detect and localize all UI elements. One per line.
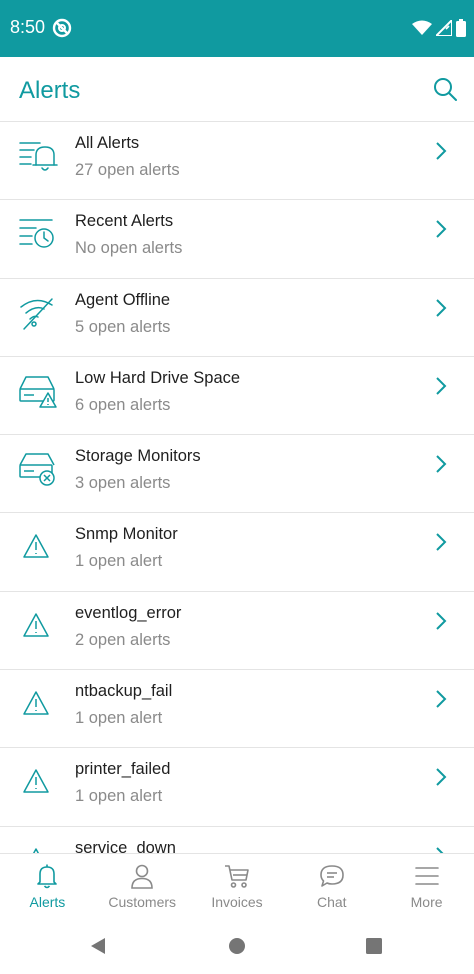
alert-row-service-down[interactable]: service_down [0,827,474,853]
nav-invoices[interactable]: Invoices [190,854,285,917]
warning-icon [32,847,40,853]
alert-name: Snmp Monitor [75,525,178,544]
alert-name: service_down [75,838,176,853]
nav-label: Alerts [29,894,66,910]
cart-icon [224,865,249,888]
search-icon[interactable] [432,76,458,102]
home-icon[interactable] [227,936,247,956]
battery-icon [456,19,466,37]
wifi-icon [412,20,432,35]
bell-list-icon [19,142,58,171]
menu-icon [414,867,439,885]
bell-icon [37,864,58,889]
alert-row-ntbackup-fail[interactable]: ntbackup_fail 1 open alert [0,670,474,749]
alert-count: 27 open alerts [75,161,180,179]
alert-name: Low Hard Drive Space [75,368,241,387]
alert-count: 5 open alerts [75,317,171,336]
chevron-right-icon [436,612,447,630]
warning-icon [23,769,49,794]
status-bar: 8:50 [0,0,474,57]
page-title: Alerts [19,77,81,104]
back-icon[interactable] [88,936,108,956]
nav-more[interactable]: More [379,854,474,917]
wifi-off-icon [20,297,53,330]
alert-count: 6 open alerts [75,395,171,414]
alert-list: All Alerts 27 open alerts Recent Alerts … [0,122,474,853]
clock-list-icon [19,219,54,249]
alert-row-eventlog-error[interactable]: eventlog_error 2 open alerts [0,592,474,671]
alert-count: 1 open alert [75,552,163,571]
warning-icon [23,534,49,559]
alert-row-low-hard-drive-space[interactable]: Low Hard Drive Space 6 open alerts [0,357,474,436]
person-icon [131,864,153,889]
recents-icon[interactable] [364,936,384,956]
status-icons [412,17,466,39]
chevron-right-icon [436,298,447,317]
system-nav-bar [0,917,474,974]
alert-name: Storage Monitors [75,447,201,466]
signal-icon [436,20,452,36]
alert-name: ntbackup_fail [75,682,173,701]
alert-row-recent-alerts[interactable]: Recent Alerts No open alerts [0,200,474,279]
drive-error-icon [19,453,55,486]
nav-label: Chat [317,894,347,910]
warning-icon [23,613,49,637]
bottom-nav: Alerts Customers Invoices Chat More [0,853,474,917]
chevron-right-icon [436,455,447,473]
alert-count: 1 open alert [75,709,163,728]
nav-chat[interactable]: Chat [284,854,379,917]
chevron-right-icon [436,690,447,708]
alert-count: 3 open alerts [75,474,171,493]
chevron-right-icon [436,846,444,853]
nav-label: Customers [108,894,177,910]
alert-row-snmp-monitor[interactable]: Snmp Monitor 1 open alert [0,513,474,592]
alert-count: 2 open alerts [75,630,171,649]
chevron-right-icon [436,533,447,552]
chevron-right-icon [436,220,447,239]
chevron-right-icon [436,377,447,395]
nav-label: Invoices [211,894,263,910]
nav-label: More [410,894,443,910]
alert-count: 1 open alert [75,787,163,806]
alert-row-storage-monitors[interactable]: Storage Monitors 3 open alerts [0,435,474,514]
alert-name: All Alerts [75,134,140,152]
drive-warning-icon [19,376,57,408]
nav-customers[interactable]: Customers [95,854,190,917]
alert-row-printer-failed[interactable]: printer_failed 1 open alert [0,748,474,827]
status-time: 8:50 [10,17,46,37]
chevron-right-icon [436,768,447,787]
alert-row-agent-offline[interactable]: Agent Offline 5 open alerts [0,279,474,357]
alert-name: Recent Alerts [75,212,174,231]
chat-icon [319,865,344,887]
app-header: Alerts [0,57,474,122]
alert-name: printer_failed [75,760,171,779]
alert-count: No open alerts [75,239,183,258]
warning-icon [23,691,49,715]
alert-name: eventlog_error [75,603,182,622]
sync-disabled-icon [52,18,72,38]
chevron-right-icon [436,142,447,160]
nav-alerts[interactable]: Alerts [0,854,95,917]
alert-row-all-alerts[interactable]: All Alerts 27 open alerts [0,122,474,201]
alert-name: Agent Offline [75,290,171,309]
